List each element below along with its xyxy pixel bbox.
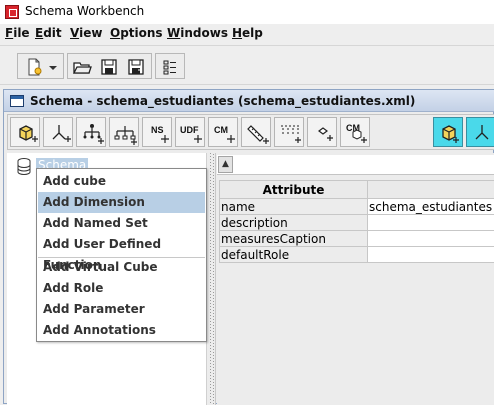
save-as-icon[interactable] [126, 57, 146, 77]
database-icon [17, 158, 31, 175]
menu-windows[interactable]: Windows [167, 26, 228, 40]
menu-file[interactable]: File [5, 26, 30, 40]
frame-window-icon [10, 95, 24, 107]
schema-frame-title: Schema - schema_estudiantes (schema_estu… [30, 94, 415, 108]
add-level-icon[interactable] [109, 117, 139, 147]
add-virtual-dimension-icon[interactable] [466, 117, 494, 147]
menu-item-add-role[interactable]: Add Role [38, 278, 205, 299]
add-virtual-cube-icon[interactable] [433, 117, 463, 147]
add-hierarchy-icon[interactable] [76, 117, 106, 147]
up-arrow-icon[interactable]: ▲ [218, 156, 233, 173]
dropdown-arrow-icon[interactable] [46, 57, 60, 77]
menu-view[interactable]: View [70, 26, 102, 40]
breadcrumb-strip: ▲ [217, 155, 494, 175]
attribute-name-cell: measuresCaption [220, 231, 368, 247]
attribute-name-cell: description [220, 215, 368, 231]
menu-item-add-annotations[interactable]: Add Annotations [38, 320, 205, 341]
menu-item-add-user-defined-function[interactable]: Add User Defined Function [38, 234, 205, 255]
attribute-value-cell[interactable] [368, 231, 494, 247]
add-cube-icon[interactable] [10, 117, 40, 147]
attribute-column-header: Attribute [220, 181, 368, 199]
menu-item-add-dimension[interactable]: Add Dimension [38, 192, 205, 213]
menu-item-add-parameter[interactable]: Add Parameter [38, 299, 205, 320]
svg-text:NS: NS [151, 125, 164, 135]
attribute-name-cell: name [220, 199, 368, 215]
add-closure-icon[interactable] [307, 117, 337, 147]
schema-frame-titlebar[interactable]: Schema - schema_estudiantes (schema_estu… [4, 90, 494, 112]
add-dimension-icon[interactable] [43, 117, 73, 147]
app-logo-icon [5, 5, 19, 19]
value-column-header [368, 181, 494, 199]
table-row: measuresCaption [220, 231, 494, 247]
menu-edit[interactable]: Edit [35, 26, 62, 40]
attribute-table: Attribute name schema_estudiantes descri… [219, 180, 494, 263]
save-icon[interactable] [99, 57, 119, 77]
add-named-set-icon[interactable]: NS [142, 117, 172, 147]
pane-splitter[interactable] [207, 153, 216, 405]
svg-text:CM: CM [214, 125, 228, 135]
file-actions-group [67, 53, 152, 79]
menu-item-add-cube[interactable]: Add cube [38, 171, 205, 192]
menu-options[interactable]: Options [110, 26, 163, 40]
add-property-icon[interactable] [274, 117, 304, 147]
menu-help[interactable]: Help [232, 26, 263, 40]
attribute-value-cell[interactable] [368, 215, 494, 231]
menu-item-add-virtual-cube[interactable]: Add Virtual Cube [38, 257, 205, 278]
preferences-icon[interactable] [160, 57, 180, 77]
attribute-value-cell[interactable]: schema_estudiantes [368, 199, 494, 215]
add-calculated-member-icon[interactable]: CM [208, 117, 238, 147]
attribute-name-cell: defaultRole [220, 247, 368, 263]
add-measure-icon[interactable] [241, 117, 271, 147]
schema-context-menu: Add cube Add Dimension Add Named Set Add… [36, 168, 207, 342]
preferences-group [155, 53, 185, 79]
table-row: description [220, 215, 494, 231]
menubar: File Edit View Options Windows Help [0, 24, 494, 44]
properties-pane: ▲ Attribute name schema_estudiantes desc… [217, 153, 494, 405]
open-folder-icon[interactable] [72, 57, 92, 77]
add-udf-icon[interactable]: UDF [175, 117, 205, 147]
main-toolbar [0, 45, 494, 85]
new-file-icon[interactable] [24, 57, 44, 77]
window-titlebar: Schema Workbench [0, 0, 494, 24]
menu-item-add-named-set[interactable]: Add Named Set [38, 213, 205, 234]
table-row: defaultRole [220, 247, 494, 263]
new-file-button-group [17, 53, 64, 79]
add-cube-measure-icon[interactable]: CM [340, 117, 370, 147]
window-title: Schema Workbench [25, 4, 144, 18]
attribute-value-cell[interactable] [368, 247, 494, 263]
table-row: name schema_estudiantes [220, 199, 494, 215]
schema-toolbar: NS UDF CM CM [7, 114, 494, 150]
svg-text:UDF: UDF [180, 125, 199, 135]
